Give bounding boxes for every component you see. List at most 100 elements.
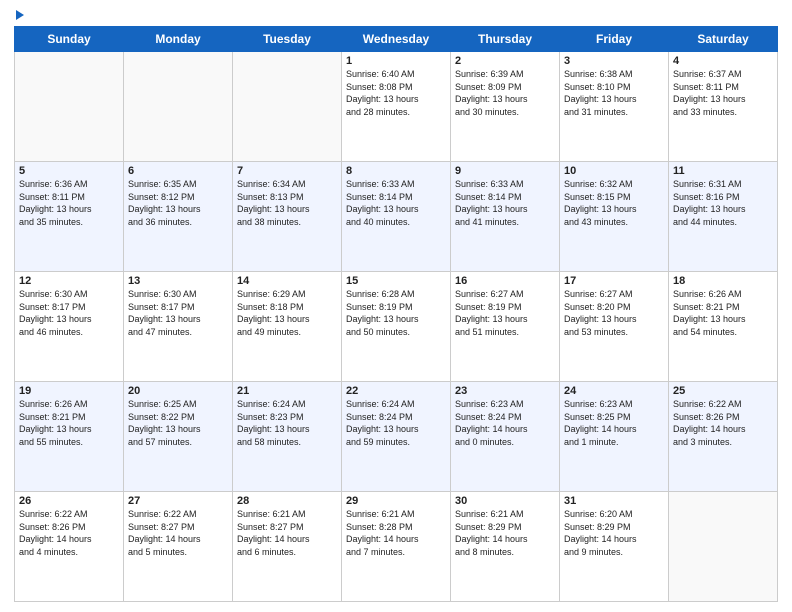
weekday-header-tuesday: Tuesday — [233, 27, 342, 52]
calendar-cell: 5Sunrise: 6:36 AM Sunset: 8:11 PM Daylig… — [15, 162, 124, 272]
day-info: Sunrise: 6:40 AM Sunset: 8:08 PM Dayligh… — [346, 68, 446, 118]
day-number: 8 — [346, 165, 446, 177]
calendar-cell: 4Sunrise: 6:37 AM Sunset: 8:11 PM Daylig… — [669, 52, 778, 162]
calendar-cell: 21Sunrise: 6:24 AM Sunset: 8:23 PM Dayli… — [233, 382, 342, 492]
day-info: Sunrise: 6:24 AM Sunset: 8:24 PM Dayligh… — [346, 398, 446, 448]
logo-text — [14, 10, 24, 20]
day-number: 25 — [673, 385, 773, 397]
day-number: 17 — [564, 275, 664, 287]
calendar-cell: 23Sunrise: 6:23 AM Sunset: 8:24 PM Dayli… — [451, 382, 560, 492]
day-info: Sunrise: 6:29 AM Sunset: 8:18 PM Dayligh… — [237, 288, 337, 338]
day-number: 28 — [237, 495, 337, 507]
day-number: 5 — [19, 165, 119, 177]
calendar-cell: 11Sunrise: 6:31 AM Sunset: 8:16 PM Dayli… — [669, 162, 778, 272]
day-info: Sunrise: 6:26 AM Sunset: 8:21 PM Dayligh… — [19, 398, 119, 448]
calendar-cell: 10Sunrise: 6:32 AM Sunset: 8:15 PM Dayli… — [560, 162, 669, 272]
day-number: 3 — [564, 55, 664, 67]
day-number: 6 — [128, 165, 228, 177]
calendar-cell: 29Sunrise: 6:21 AM Sunset: 8:28 PM Dayli… — [342, 492, 451, 602]
day-info: Sunrise: 6:23 AM Sunset: 8:25 PM Dayligh… — [564, 398, 664, 448]
page: SundayMondayTuesdayWednesdayThursdayFrid… — [0, 0, 792, 612]
day-number: 4 — [673, 55, 773, 67]
day-number: 24 — [564, 385, 664, 397]
day-number: 20 — [128, 385, 228, 397]
calendar-cell: 9Sunrise: 6:33 AM Sunset: 8:14 PM Daylig… — [451, 162, 560, 272]
day-info: Sunrise: 6:26 AM Sunset: 8:21 PM Dayligh… — [673, 288, 773, 338]
calendar-cell: 14Sunrise: 6:29 AM Sunset: 8:18 PM Dayli… — [233, 272, 342, 382]
calendar-cell: 15Sunrise: 6:28 AM Sunset: 8:19 PM Dayli… — [342, 272, 451, 382]
calendar-week-row: 19Sunrise: 6:26 AM Sunset: 8:21 PM Dayli… — [15, 382, 778, 492]
day-info: Sunrise: 6:30 AM Sunset: 8:17 PM Dayligh… — [128, 288, 228, 338]
calendar-cell: 8Sunrise: 6:33 AM Sunset: 8:14 PM Daylig… — [342, 162, 451, 272]
day-number: 30 — [455, 495, 555, 507]
day-info: Sunrise: 6:35 AM Sunset: 8:12 PM Dayligh… — [128, 178, 228, 228]
calendar-week-row: 5Sunrise: 6:36 AM Sunset: 8:11 PM Daylig… — [15, 162, 778, 272]
day-info: Sunrise: 6:38 AM Sunset: 8:10 PM Dayligh… — [564, 68, 664, 118]
day-number: 19 — [19, 385, 119, 397]
calendar-cell: 19Sunrise: 6:26 AM Sunset: 8:21 PM Dayli… — [15, 382, 124, 492]
logo — [14, 10, 24, 20]
calendar-cell: 16Sunrise: 6:27 AM Sunset: 8:19 PM Dayli… — [451, 272, 560, 382]
calendar-table: SundayMondayTuesdayWednesdayThursdayFrid… — [14, 26, 778, 602]
day-info: Sunrise: 6:25 AM Sunset: 8:22 PM Dayligh… — [128, 398, 228, 448]
calendar-cell: 25Sunrise: 6:22 AM Sunset: 8:26 PM Dayli… — [669, 382, 778, 492]
weekday-header-wednesday: Wednesday — [342, 27, 451, 52]
day-info: Sunrise: 6:21 AM Sunset: 8:27 PM Dayligh… — [237, 508, 337, 558]
day-info: Sunrise: 6:22 AM Sunset: 8:26 PM Dayligh… — [19, 508, 119, 558]
day-number: 23 — [455, 385, 555, 397]
calendar-cell: 22Sunrise: 6:24 AM Sunset: 8:24 PM Dayli… — [342, 382, 451, 492]
day-number: 15 — [346, 275, 446, 287]
calendar-cell — [233, 52, 342, 162]
day-info: Sunrise: 6:21 AM Sunset: 8:28 PM Dayligh… — [346, 508, 446, 558]
calendar-cell: 17Sunrise: 6:27 AM Sunset: 8:20 PM Dayli… — [560, 272, 669, 382]
day-number: 31 — [564, 495, 664, 507]
weekday-header-thursday: Thursday — [451, 27, 560, 52]
day-info: Sunrise: 6:33 AM Sunset: 8:14 PM Dayligh… — [346, 178, 446, 228]
day-number: 18 — [673, 275, 773, 287]
day-number: 11 — [673, 165, 773, 177]
weekday-header-sunday: Sunday — [15, 27, 124, 52]
calendar-week-row: 1Sunrise: 6:40 AM Sunset: 8:08 PM Daylig… — [15, 52, 778, 162]
calendar-cell: 6Sunrise: 6:35 AM Sunset: 8:12 PM Daylig… — [124, 162, 233, 272]
calendar-cell: 7Sunrise: 6:34 AM Sunset: 8:13 PM Daylig… — [233, 162, 342, 272]
day-info: Sunrise: 6:27 AM Sunset: 8:20 PM Dayligh… — [564, 288, 664, 338]
day-number: 26 — [19, 495, 119, 507]
day-info: Sunrise: 6:30 AM Sunset: 8:17 PM Dayligh… — [19, 288, 119, 338]
day-number: 21 — [237, 385, 337, 397]
calendar-cell — [669, 492, 778, 602]
day-number: 13 — [128, 275, 228, 287]
calendar-cell: 26Sunrise: 6:22 AM Sunset: 8:26 PM Dayli… — [15, 492, 124, 602]
calendar-cell: 12Sunrise: 6:30 AM Sunset: 8:17 PM Dayli… — [15, 272, 124, 382]
day-number: 29 — [346, 495, 446, 507]
weekday-header-saturday: Saturday — [669, 27, 778, 52]
day-info: Sunrise: 6:37 AM Sunset: 8:11 PM Dayligh… — [673, 68, 773, 118]
calendar-cell: 31Sunrise: 6:20 AM Sunset: 8:29 PM Dayli… — [560, 492, 669, 602]
weekday-header-friday: Friday — [560, 27, 669, 52]
weekday-header-row: SundayMondayTuesdayWednesdayThursdayFrid… — [15, 27, 778, 52]
calendar-cell — [124, 52, 233, 162]
day-info: Sunrise: 6:36 AM Sunset: 8:11 PM Dayligh… — [19, 178, 119, 228]
day-info: Sunrise: 6:34 AM Sunset: 8:13 PM Dayligh… — [237, 178, 337, 228]
calendar-cell — [15, 52, 124, 162]
day-number: 1 — [346, 55, 446, 67]
day-info: Sunrise: 6:20 AM Sunset: 8:29 PM Dayligh… — [564, 508, 664, 558]
weekday-header-monday: Monday — [124, 27, 233, 52]
calendar-cell: 13Sunrise: 6:30 AM Sunset: 8:17 PM Dayli… — [124, 272, 233, 382]
calendar-cell: 3Sunrise: 6:38 AM Sunset: 8:10 PM Daylig… — [560, 52, 669, 162]
day-info: Sunrise: 6:31 AM Sunset: 8:16 PM Dayligh… — [673, 178, 773, 228]
day-number: 7 — [237, 165, 337, 177]
day-info: Sunrise: 6:33 AM Sunset: 8:14 PM Dayligh… — [455, 178, 555, 228]
day-number: 12 — [19, 275, 119, 287]
day-info: Sunrise: 6:24 AM Sunset: 8:23 PM Dayligh… — [237, 398, 337, 448]
calendar-week-row: 12Sunrise: 6:30 AM Sunset: 8:17 PM Dayli… — [15, 272, 778, 382]
day-number: 10 — [564, 165, 664, 177]
calendar-week-row: 26Sunrise: 6:22 AM Sunset: 8:26 PM Dayli… — [15, 492, 778, 602]
calendar-cell: 27Sunrise: 6:22 AM Sunset: 8:27 PM Dayli… — [124, 492, 233, 602]
day-info: Sunrise: 6:27 AM Sunset: 8:19 PM Dayligh… — [455, 288, 555, 338]
day-info: Sunrise: 6:22 AM Sunset: 8:26 PM Dayligh… — [673, 398, 773, 448]
day-number: 9 — [455, 165, 555, 177]
day-number: 27 — [128, 495, 228, 507]
day-number: 2 — [455, 55, 555, 67]
day-info: Sunrise: 6:28 AM Sunset: 8:19 PM Dayligh… — [346, 288, 446, 338]
calendar-cell: 30Sunrise: 6:21 AM Sunset: 8:29 PM Dayli… — [451, 492, 560, 602]
